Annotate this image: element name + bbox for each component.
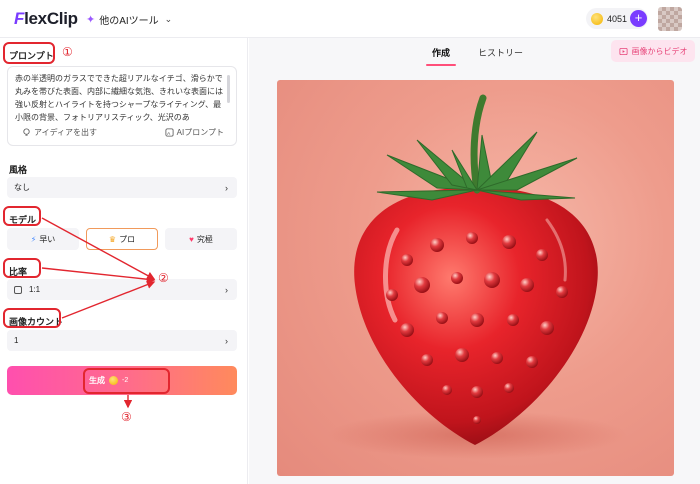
active-tab-indicator	[426, 64, 456, 66]
generated-image[interactable]	[277, 80, 674, 476]
coin-icon	[591, 12, 603, 25]
preview-panel: 作成 ヒストリー 画像からビデオ	[249, 38, 700, 484]
image-to-video-button[interactable]: 画像からビデオ	[611, 40, 695, 62]
tab-history[interactable]: ヒストリー	[478, 46, 523, 59]
ai-tools-menu[interactable]: ✦ 他のAIツール ⌄	[86, 12, 172, 27]
add-credits-button[interactable]: +	[630, 10, 647, 27]
annotation-number-3: ③	[121, 410, 132, 424]
video-icon	[618, 47, 628, 55]
annotation-box-generate	[83, 368, 170, 394]
sparkle-icon: ✦	[86, 14, 96, 26]
top-bar: FlexClip ✦ 他のAIツール ⌄ 4051 +	[0, 0, 700, 38]
flexclip-logo[interactable]: FlexClip	[14, 9, 78, 29]
chevron-down-icon: ⌄	[164, 14, 173, 24]
credits-count: 4051	[607, 13, 628, 24]
annotation-arrow-count	[61, 280, 156, 319]
tab-bar: 作成 ヒストリー 画像からビデオ	[249, 38, 700, 68]
tab-create[interactable]: 作成	[432, 46, 450, 59]
glass-strawberry-illustration	[327, 94, 627, 459]
avatar[interactable]	[658, 7, 682, 31]
ai-tools-label: 他のAIツール	[99, 16, 159, 27]
settings-panel: プロンプト ① 赤の半透明のガラスでできた超リアルなイチゴ、滑らかで丸みを帯びた…	[0, 38, 248, 484]
